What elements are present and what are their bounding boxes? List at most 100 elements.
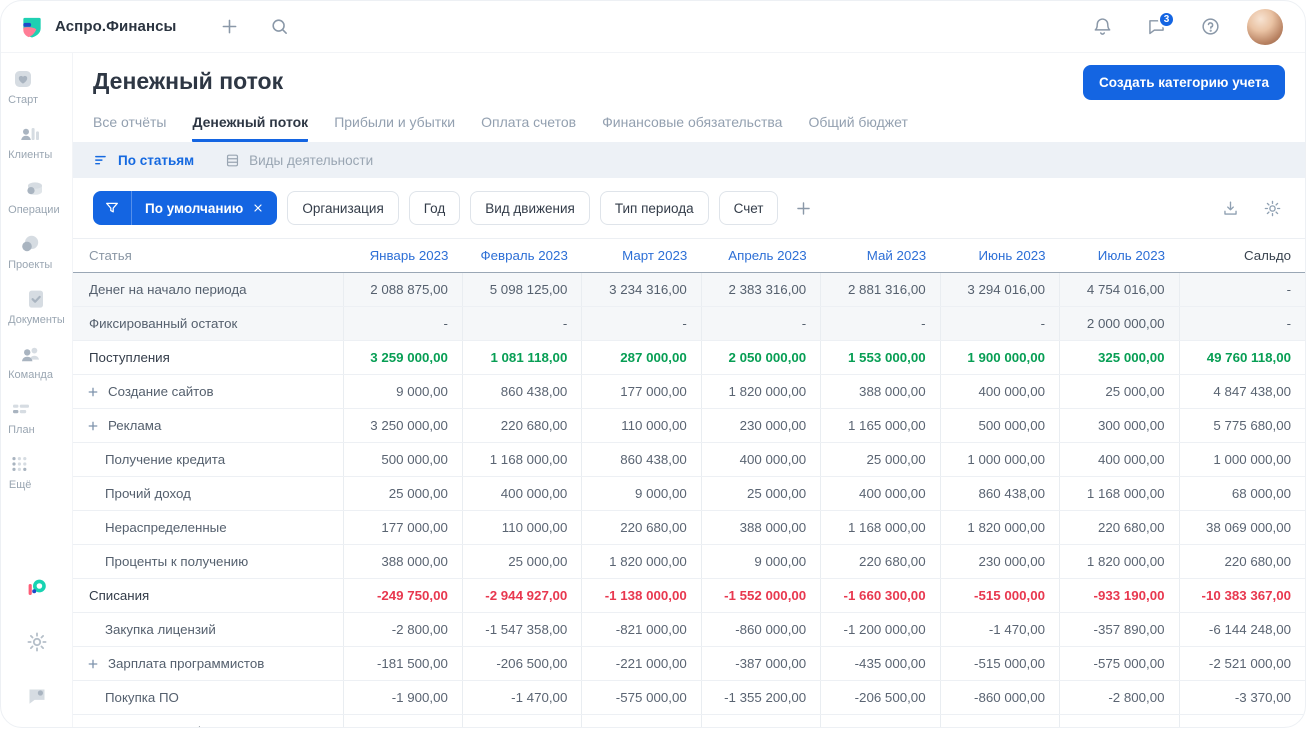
table-row: Нераспределенные 177 000,00 110 000,00 220 … — [73, 510, 1305, 545]
cell-value: - — [820, 306, 941, 341]
cell-value: 220 680,00 — [1178, 544, 1305, 579]
cell-value: -206 500,00 — [461, 646, 582, 681]
row-label-cell: Проценты к получению — [73, 544, 343, 579]
sidebar-item-operations[interactable]: Операции — [8, 177, 60, 216]
column-header-month[interactable]: Февраль 2023 — [462, 238, 582, 273]
cell-value: 400 000,00 — [461, 476, 582, 511]
gear-button[interactable] — [20, 625, 54, 659]
tab-item[interactable]: Все отчёты — [93, 108, 166, 142]
cell-value: -515 000,00 — [939, 646, 1060, 681]
filter-chip[interactable]: Вид движения — [470, 191, 590, 225]
cell-value: -1 392 239,00 — [1178, 714, 1305, 727]
cell-value: -2 800,00 — [1059, 680, 1179, 715]
subtab-active[interactable]: По статьям — [93, 152, 194, 169]
row-label: Создание сайтов — [108, 384, 214, 399]
sidebar-item-documents[interactable]: Документы — [8, 287, 65, 326]
avatar[interactable] — [1247, 8, 1283, 45]
sidebar-item-clients[interactable]: Клиенты — [8, 122, 52, 161]
chat-badge: 3 — [1158, 10, 1175, 28]
sidebar-item-label: Клиенты — [8, 149, 53, 161]
cell-value: -249 750,00 — [342, 578, 463, 613]
help-button[interactable] — [1193, 10, 1227, 44]
cell-value: 68 000,00 — [1178, 476, 1305, 511]
brand-button[interactable] — [20, 571, 54, 605]
sidebar-item-more[interactable]: Ещё — [8, 452, 32, 491]
cell-value: 220 680,00 — [820, 544, 941, 579]
table-row: Денег на начало периода 2 088 875,00 5 098… — [73, 272, 1305, 307]
settings-button[interactable] — [1259, 195, 1285, 221]
cell-value: -515 000,00 — [939, 578, 1060, 613]
active-filter-pill[interactable]: По умолчанию — [93, 191, 278, 225]
tab-item[interactable]: Финансовые обязательства — [602, 108, 782, 142]
expand-icon[interactable] — [87, 420, 99, 432]
filter-chip[interactable]: Тип периода — [599, 191, 709, 225]
sidebar-item-plan[interactable]: План — [8, 397, 35, 436]
tab-item[interactable]: Общий бюджет — [808, 108, 907, 142]
sidebar-item-projects[interactable]: Проекты — [8, 232, 52, 271]
cell-value: -1 355 200,00 — [700, 680, 821, 715]
create-category-button[interactable]: Создать категорию учета — [1083, 65, 1285, 100]
cell-value: -387 000,00 — [700, 646, 821, 681]
sidebar-item-label: План — [8, 424, 35, 436]
feedback-button[interactable] — [20, 679, 54, 713]
expand-icon[interactable] — [87, 386, 99, 398]
tab-item[interactable]: Оплата счетов — [481, 108, 576, 142]
sidebar-item-label: Документы — [8, 314, 65, 326]
cell-value: - — [1178, 272, 1305, 307]
column-header-saldo: Сальдо — [1179, 238, 1305, 273]
cell-value: 38 069 000,00 — [1178, 510, 1305, 545]
sidebar-item-team[interactable]: Команда — [8, 342, 53, 381]
sidebar-item-label: Старт — [8, 94, 39, 106]
cell-value: 230 000,00 — [700, 408, 821, 443]
create-quick-button[interactable] — [212, 10, 246, 44]
filter-chip[interactable]: Счет — [718, 191, 779, 225]
column-header-month[interactable]: Апрель 2023 — [701, 238, 821, 273]
cell-value: 220 680,00 — [581, 510, 702, 545]
app-window: Аспро.Финансы 3 СтартКлиентыОперацииП — [0, 0, 1306, 728]
cell-value: 2 000 000,00 — [1059, 306, 1179, 341]
sidebar-item-start[interactable]: Старт — [8, 67, 38, 106]
cell-value: -933 190,00 — [1059, 578, 1179, 613]
add-filter-button[interactable] — [788, 193, 818, 223]
column-header-month[interactable]: Июль 2023 — [1059, 238, 1179, 273]
column-header-month[interactable]: Март 2023 — [581, 238, 702, 273]
expand-icon[interactable] — [87, 658, 99, 670]
subtab-item[interactable]: Виды деятельности — [224, 152, 373, 169]
cell-value: -821 000,00 — [581, 612, 702, 647]
cell-value: 1 900 000,00 — [939, 340, 1060, 375]
tab-item[interactable]: Прибыли и убытки — [334, 108, 455, 142]
cell-value: 177 000,00 — [581, 374, 702, 409]
messages-button[interactable]: 3 — [1139, 10, 1175, 44]
tab-active[interactable]: Денежный поток — [192, 108, 309, 142]
subtab-label: Виды деятельности — [249, 152, 374, 168]
column-header-month[interactable]: Май 2023 — [820, 238, 941, 273]
clear-filter-icon[interactable] — [252, 202, 264, 214]
cell-value: 400 000,00 — [700, 442, 821, 477]
filter-chip[interactable]: Организация — [287, 191, 399, 225]
cell-value: -1 138 000,00 — [581, 578, 702, 613]
cell-value: 1 000 000,00 — [939, 442, 1060, 477]
row-label: Списания — [89, 588, 150, 603]
table-row: Получение кредита 500 000,00 1 168 000,00 8… — [73, 442, 1305, 477]
row-label: Поступления — [89, 350, 170, 365]
filter-chip[interactable]: Год — [408, 191, 461, 225]
app-name: Аспро.Финансы — [55, 18, 177, 35]
cell-value: 5 775 680,00 — [1178, 408, 1305, 443]
cell-value: 2 088 875,00 — [342, 272, 463, 307]
row-label-cell: Получение кредита — [73, 442, 343, 477]
cell-value: -206 500,00 — [1059, 714, 1179, 727]
plan-icon — [9, 397, 33, 421]
column-header-month[interactable]: Июнь 2023 — [940, 238, 1060, 273]
report-tabs: Все отчёты Денежный поток Прибыли и убытки… — [93, 108, 1285, 142]
cell-value: 9 000,00 — [581, 476, 702, 511]
column-header-month[interactable]: Январь 2023 — [343, 238, 463, 273]
cell-value: -357 890,00 — [1059, 612, 1179, 647]
download-button[interactable] — [1217, 195, 1243, 221]
table-row: Прочий доход 25 000,00 400 000,00 9 000,00 2… — [73, 476, 1305, 511]
app-logo-icon — [19, 14, 45, 40]
cell-value: 1 168 000,00 — [1059, 476, 1179, 511]
notifications-button[interactable] — [1085, 10, 1119, 44]
cell-value: -221 000,00 — [581, 646, 702, 681]
search-button[interactable] — [262, 10, 296, 44]
cell-value: - — [700, 306, 821, 341]
